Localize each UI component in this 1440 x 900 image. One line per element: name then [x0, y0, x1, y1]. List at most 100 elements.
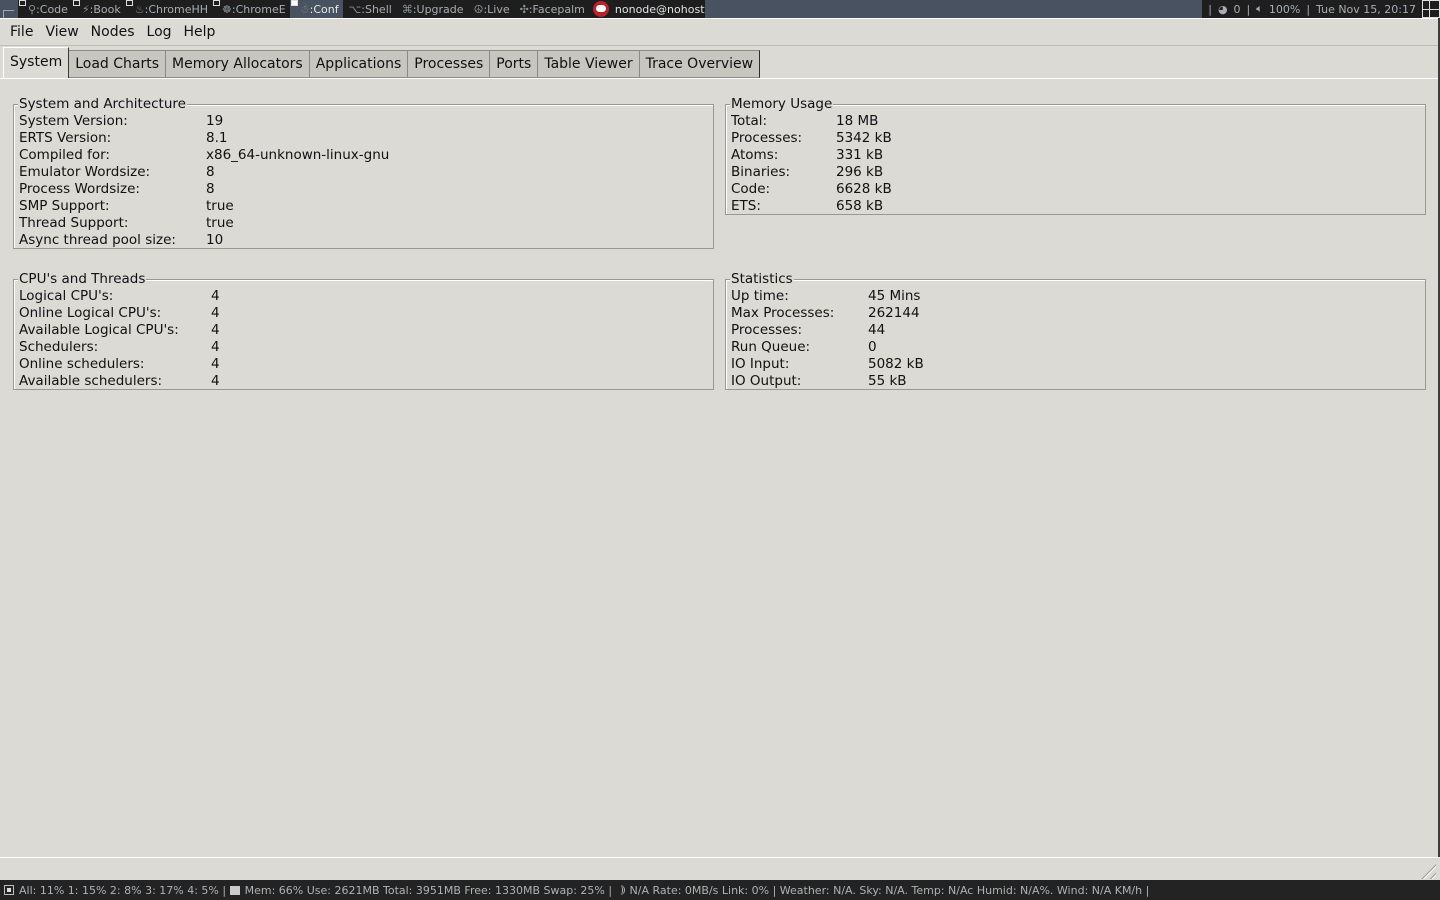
tab-trace-overview[interactable]: Trace Overview	[639, 50, 761, 78]
info-label: Binaries:	[731, 164, 791, 180]
info-value: 8	[206, 164, 215, 180]
menu-file[interactable]: File	[4, 18, 39, 46]
memory-usage-panel: Memory Usage Total: 18 MB Processes: 5342 …	[725, 96, 1426, 215]
workspace-chromee[interactable]: ☸:ChromeE	[212, 0, 290, 18]
wm-status-area: | ◕ 0 | 🔈︎ 100% | Tue Nov 15, 20:17	[1202, 0, 1440, 18]
info-value: 4	[211, 339, 220, 355]
info-value: 6628 kB	[836, 181, 892, 197]
info-row: Compiled for: x86_64-unknown-linux-gnu	[19, 147, 713, 164]
info-value: 4	[211, 305, 220, 321]
window-title: nonode@nohost	[589, 1, 705, 17]
resize-grip-icon[interactable]	[1418, 861, 1436, 879]
info-row: Total: 18 MB	[731, 113, 1425, 130]
erlang-app-icon	[592, 1, 609, 17]
layout-grid-icon[interactable]	[1422, 0, 1440, 18]
workspace-flag-icon	[72, 0, 80, 6]
workspace-shell[interactable]: ⌥:Shell	[343, 0, 396, 18]
info-label: Emulator Wordsize:	[19, 164, 151, 180]
info-label: Max Processes:	[731, 305, 835, 321]
network-weather-stats: N/A Rate: 0MB/s Link: 0% | Weather: N/A.…	[629, 883, 1150, 897]
info-label: Code:	[731, 181, 771, 197]
panel-title: CPU's and Threads	[18, 271, 147, 287]
info-value: 4	[211, 322, 220, 338]
tab-system[interactable]: System	[3, 47, 70, 78]
info-value: x86_64-unknown-linux-gnu	[206, 147, 390, 163]
workspace-label: :Code	[36, 2, 68, 16]
info-row: Online schedulers: 4	[19, 356, 713, 373]
workspace-live[interactable]: ☮:Live	[468, 0, 514, 18]
info-value: 296 kB	[836, 164, 884, 180]
info-label: Processes:	[731, 130, 803, 146]
info-label: IO Input:	[731, 356, 790, 372]
cpu-stats: All: 11% 1: 15% 2: 8% 3: 17% 4: 5% |	[19, 883, 230, 897]
workspace-label: :Upgrade	[412, 2, 464, 16]
system-monitor-bar: All: 11% 1: 15% 2: 8% 3: 17% 4: 5% | Mem…	[0, 880, 1440, 900]
separator: |	[1246, 2, 1251, 16]
info-value: 45 Mins	[868, 288, 921, 304]
panel-title: Memory Usage	[730, 96, 834, 112]
info-row: Max Processes: 262144	[731, 305, 1425, 322]
info-row: IO Input: 5082 kB	[731, 356, 1425, 373]
menu-view[interactable]: View	[39, 18, 84, 46]
info-row: Code: 6628 kB	[731, 181, 1425, 198]
workspace-glyph-icon: ☸	[222, 2, 232, 16]
window-manager-bar: ⚲:Code ⚡:Book ♨:ChromeHH ☸:ChromeE ☃:Con…	[0, 0, 1440, 19]
volume-icon[interactable]: 🔈︎	[1256, 2, 1263, 16]
info-label: Available schedulers:	[19, 373, 163, 389]
workspace-flag-icon	[213, 0, 221, 6]
workspace-label: :Shell	[361, 2, 392, 16]
info-label: IO Output:	[731, 373, 802, 389]
menu-log[interactable]: Log	[141, 18, 178, 46]
info-row: Available schedulers: 4	[19, 373, 713, 390]
workspace-flag-icon	[290, 0, 298, 6]
volume-level: 100%	[1268, 2, 1301, 16]
workspace-label: :ChromeE	[231, 2, 286, 16]
info-label: Compiled for:	[19, 147, 110, 163]
separator: |	[1306, 2, 1311, 16]
tab-processes[interactable]: Processes	[408, 50, 491, 78]
workspace-glyph-icon: ✣	[519, 2, 529, 16]
info-label: Up time:	[731, 288, 789, 304]
info-row: Online Logical CPU's: 4	[19, 305, 713, 322]
workspace-label: :Conf	[309, 2, 339, 16]
info-value: 19	[206, 113, 224, 129]
info-value: 44	[868, 322, 886, 338]
info-row: Thread Support: true	[19, 215, 713, 232]
info-row: Process Wordsize: 8	[19, 181, 713, 198]
window-status-bar	[0, 857, 1440, 880]
workspace-flag-icon	[125, 0, 133, 6]
tab-table-viewer[interactable]: Table Viewer	[538, 50, 640, 78]
workspace-glyph-icon: ⌥	[348, 2, 362, 16]
info-value: 4	[211, 288, 220, 304]
workspace-facepalm[interactable]: ✣:Facepalm	[514, 0, 589, 18]
cpu-threads-panel: CPU's and Threads Logical CPU's: 4 Online…	[13, 271, 714, 390]
info-row: Available Logical CPU's: 4	[19, 322, 713, 339]
memory-stats: Mem: 66% Use: 2621MB Total: 3951MB Free:…	[244, 883, 616, 897]
menu-help[interactable]: Help	[178, 18, 222, 46]
network-icon	[616, 885, 625, 895]
info-value: 5082 kB	[868, 356, 924, 372]
info-row: Atoms: 331 kB	[731, 147, 1425, 164]
updates-count: 0	[1233, 2, 1241, 16]
tab-memory-allocators[interactable]: Memory Allocators	[166, 50, 310, 78]
tab-load-charts[interactable]: Load Charts	[69, 50, 167, 78]
workspace-conf[interactable]: ☃:Conf	[289, 0, 343, 18]
workspace-code[interactable]: ⚲:Code	[18, 0, 72, 18]
info-row: ERTS Version: 8.1	[19, 130, 713, 147]
menu-nodes[interactable]: Nodes	[85, 18, 141, 46]
info-row: Up time: 45 Mins	[731, 288, 1425, 305]
info-rows: Total: 18 MB Processes: 5342 kB Atoms: 331 …	[726, 105, 1425, 215]
info-row: Processes: 44	[731, 322, 1425, 339]
tab-ports[interactable]: Ports	[490, 50, 539, 78]
info-row: ETS: 658 kB	[731, 198, 1425, 215]
tab-applications[interactable]: Applications	[309, 50, 409, 78]
layout-corner-icon	[0, 0, 18, 19]
workspace-chromehh[interactable]: ♨:ChromeHH	[125, 0, 212, 18]
workspace-upgrade[interactable]: ⌘:Upgrade	[396, 0, 468, 18]
info-label: Total:	[731, 113, 768, 129]
workspace-book[interactable]: ⚡:Book	[72, 0, 125, 18]
info-label: Thread Support:	[19, 215, 129, 231]
info-value: true	[206, 215, 234, 231]
info-value: 658 kB	[836, 198, 884, 214]
cpu-icon	[4, 885, 14, 895]
